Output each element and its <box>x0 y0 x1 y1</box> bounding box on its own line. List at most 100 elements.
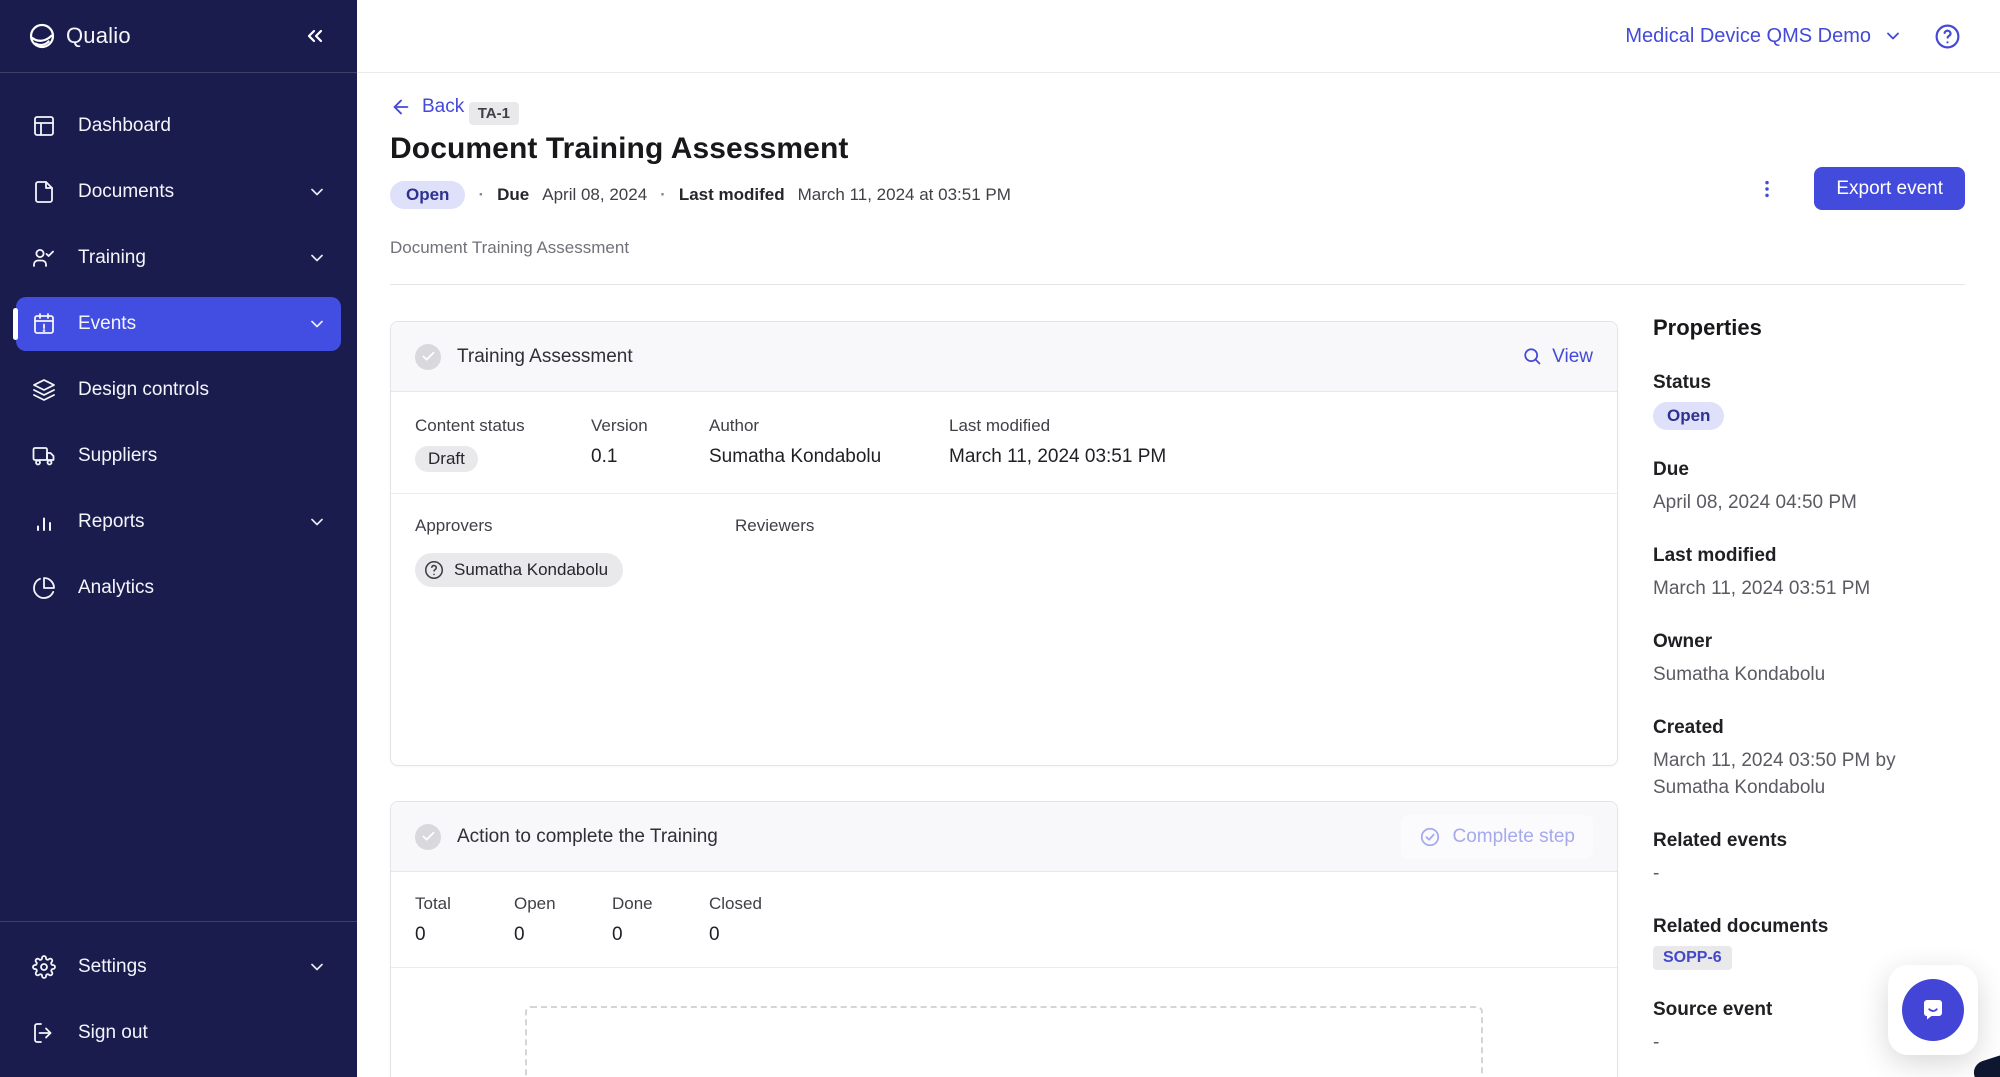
sidebar-item-sign-out[interactable]: Sign out <box>16 1006 341 1060</box>
event-steps-column: Training Assessment View Co <box>390 285 1618 1077</box>
question-circle-icon <box>423 559 445 581</box>
field-author: Author Sumatha Kondabolu <box>709 416 949 472</box>
training-card-title: Training Assessment <box>457 346 633 368</box>
sidebar-item-label: Training <box>78 247 146 269</box>
due-label: Due <box>497 185 529 205</box>
field-value: 0.1 <box>591 446 709 468</box>
stat-label: Open <box>514 894 612 914</box>
sidebar-item-label: Analytics <box>78 577 154 599</box>
search-icon <box>1522 346 1543 367</box>
property-label: Owner <box>1653 631 1965 653</box>
property-label: Related documents <box>1653 916 1965 938</box>
workspace-switcher[interactable]: Medical Device QMS Demo <box>1625 25 1903 48</box>
sign-out-icon <box>32 1021 56 1045</box>
stat-value: 0 <box>415 924 514 946</box>
property-label: Due <box>1653 459 1965 481</box>
property-value: - <box>1653 860 1953 887</box>
back-link[interactable]: Back <box>390 96 464 118</box>
field-label: Author <box>709 416 949 436</box>
chevron-down-icon <box>307 314 327 334</box>
sidebar-item-label: Settings <box>78 956 147 978</box>
property-related-documents: Related documents SOPP-6 <box>1653 916 1965 970</box>
last-modified-label: Last modifed <box>679 185 785 205</box>
chevron-down-icon <box>307 248 327 268</box>
properties-panel: Properties Status Open Due April 08, 202… <box>1653 285 1965 1077</box>
event-meta-row: Open · Due April 08, 2024 · Last modifed… <box>390 181 1965 209</box>
property-created: Created March 11, 2024 03:50 PM by Sumat… <box>1653 717 1965 801</box>
header-actions: Export event <box>1752 167 1965 210</box>
field-label: Last modified <box>949 416 1593 436</box>
stat-label: Closed <box>709 894 1593 914</box>
property-value: April 08, 2024 04:50 PM <box>1653 489 1953 516</box>
property-related-events: Related events - <box>1653 830 1965 887</box>
complete-step-label: Complete step <box>1452 826 1575 848</box>
sidebar-item-settings[interactable]: Settings <box>16 940 341 994</box>
property-label: Last modified <box>1653 545 1965 567</box>
approvers-label: Approvers <box>415 516 735 536</box>
content-status-badge: Draft <box>415 446 478 472</box>
pie-chart-icon <box>32 576 56 600</box>
stat-value: 0 <box>709 924 1593 946</box>
action-card-header: Action to complete the Training Complete… <box>391 802 1617 872</box>
sidebar-item-reports[interactable]: Reports <box>16 495 341 549</box>
brand-name: Qualio <box>66 23 131 49</box>
stat-label: Total <box>415 894 514 914</box>
user-check-icon <box>32 246 56 270</box>
sidebar-item-label: Design controls <box>78 379 209 401</box>
sidebar-item-analytics[interactable]: Analytics <box>16 561 341 615</box>
chevron-down-icon <box>307 182 327 202</box>
property-status: Status Open <box>1653 372 1965 430</box>
property-value: March 11, 2024 03:51 PM <box>1653 575 1953 602</box>
sidebar-item-design-controls[interactable]: Design controls <box>16 363 341 417</box>
bar-chart-icon <box>32 510 56 534</box>
approver-name: Sumatha Kondabolu <box>454 560 608 580</box>
property-label: Created <box>1653 717 1965 739</box>
chat-bubble-icon <box>1917 994 1949 1026</box>
calendar-alert-icon <box>32 312 56 336</box>
property-last-modified: Last modified March 11, 2024 03:51 PM <box>1653 545 1965 602</box>
field-last-modified: Last modified March 11, 2024 03:51 PM <box>949 416 1593 472</box>
field-label: Version <box>591 416 709 436</box>
sidebar-item-dashboard[interactable]: Dashboard <box>16 99 341 153</box>
separator-dot: · <box>660 185 666 205</box>
page-title: Document Training Assessment <box>390 132 1965 166</box>
sidebar-nav: Dashboard Documents <box>0 73 357 615</box>
sidebar-item-label: Events <box>78 313 136 335</box>
more-options-icon[interactable] <box>1752 174 1782 204</box>
help-icon[interactable] <box>1933 22 1962 51</box>
property-owner: Owner Sumatha Kondabolu <box>1653 631 1965 688</box>
document-icon <box>32 180 56 204</box>
sidebar-item-suppliers[interactable]: Suppliers <box>16 429 341 483</box>
view-document-link[interactable]: View <box>1522 346 1593 368</box>
chevron-down-icon <box>307 957 327 977</box>
back-label: Back <box>422 96 464 118</box>
status-badge: Open <box>390 181 465 209</box>
sidebar-item-events[interactable]: Events <box>16 297 341 351</box>
property-value: Sumatha Kondabolu <box>1653 661 1953 688</box>
chat-launcher-button[interactable] <box>1902 979 1964 1041</box>
field-value: Sumatha Kondabolu <box>709 446 949 468</box>
workspace-name: Medical Device QMS Demo <box>1625 25 1871 48</box>
dashboard-icon <box>32 114 56 138</box>
sidebar-item-documents[interactable]: Documents <box>16 165 341 219</box>
training-assessment-card: Training Assessment View Co <box>390 321 1618 766</box>
complete-step-button[interactable]: Complete step <box>1401 815 1593 859</box>
related-document-badge[interactable]: SOPP-6 <box>1653 946 1732 970</box>
stat-open: Open 0 <box>514 894 612 946</box>
sidebar-collapse-icon[interactable] <box>303 24 327 48</box>
layers-icon <box>32 378 56 402</box>
last-modified-value: March 11, 2024 at 03:51 PM <box>798 185 1011 205</box>
step-check-icon <box>415 344 441 370</box>
arrow-left-icon <box>390 96 412 118</box>
sidebar-item-training[interactable]: Training <box>16 231 341 285</box>
separator-dot: · <box>478 185 484 205</box>
check-circle-icon <box>1419 826 1441 848</box>
export-event-button[interactable]: Export event <box>1814 167 1965 210</box>
action-stats: Total 0 Open 0 Done 0 Closed <box>391 872 1617 968</box>
reviewers-label: Reviewers <box>735 516 1593 536</box>
view-label: View <box>1552 346 1593 368</box>
action-card: Action to complete the Training Complete… <box>390 801 1618 1077</box>
field-content-status: Content status Draft <box>415 416 591 472</box>
property-label: Related events <box>1653 830 1965 852</box>
approver-chip[interactable]: Sumatha Kondabolu <box>415 553 623 587</box>
